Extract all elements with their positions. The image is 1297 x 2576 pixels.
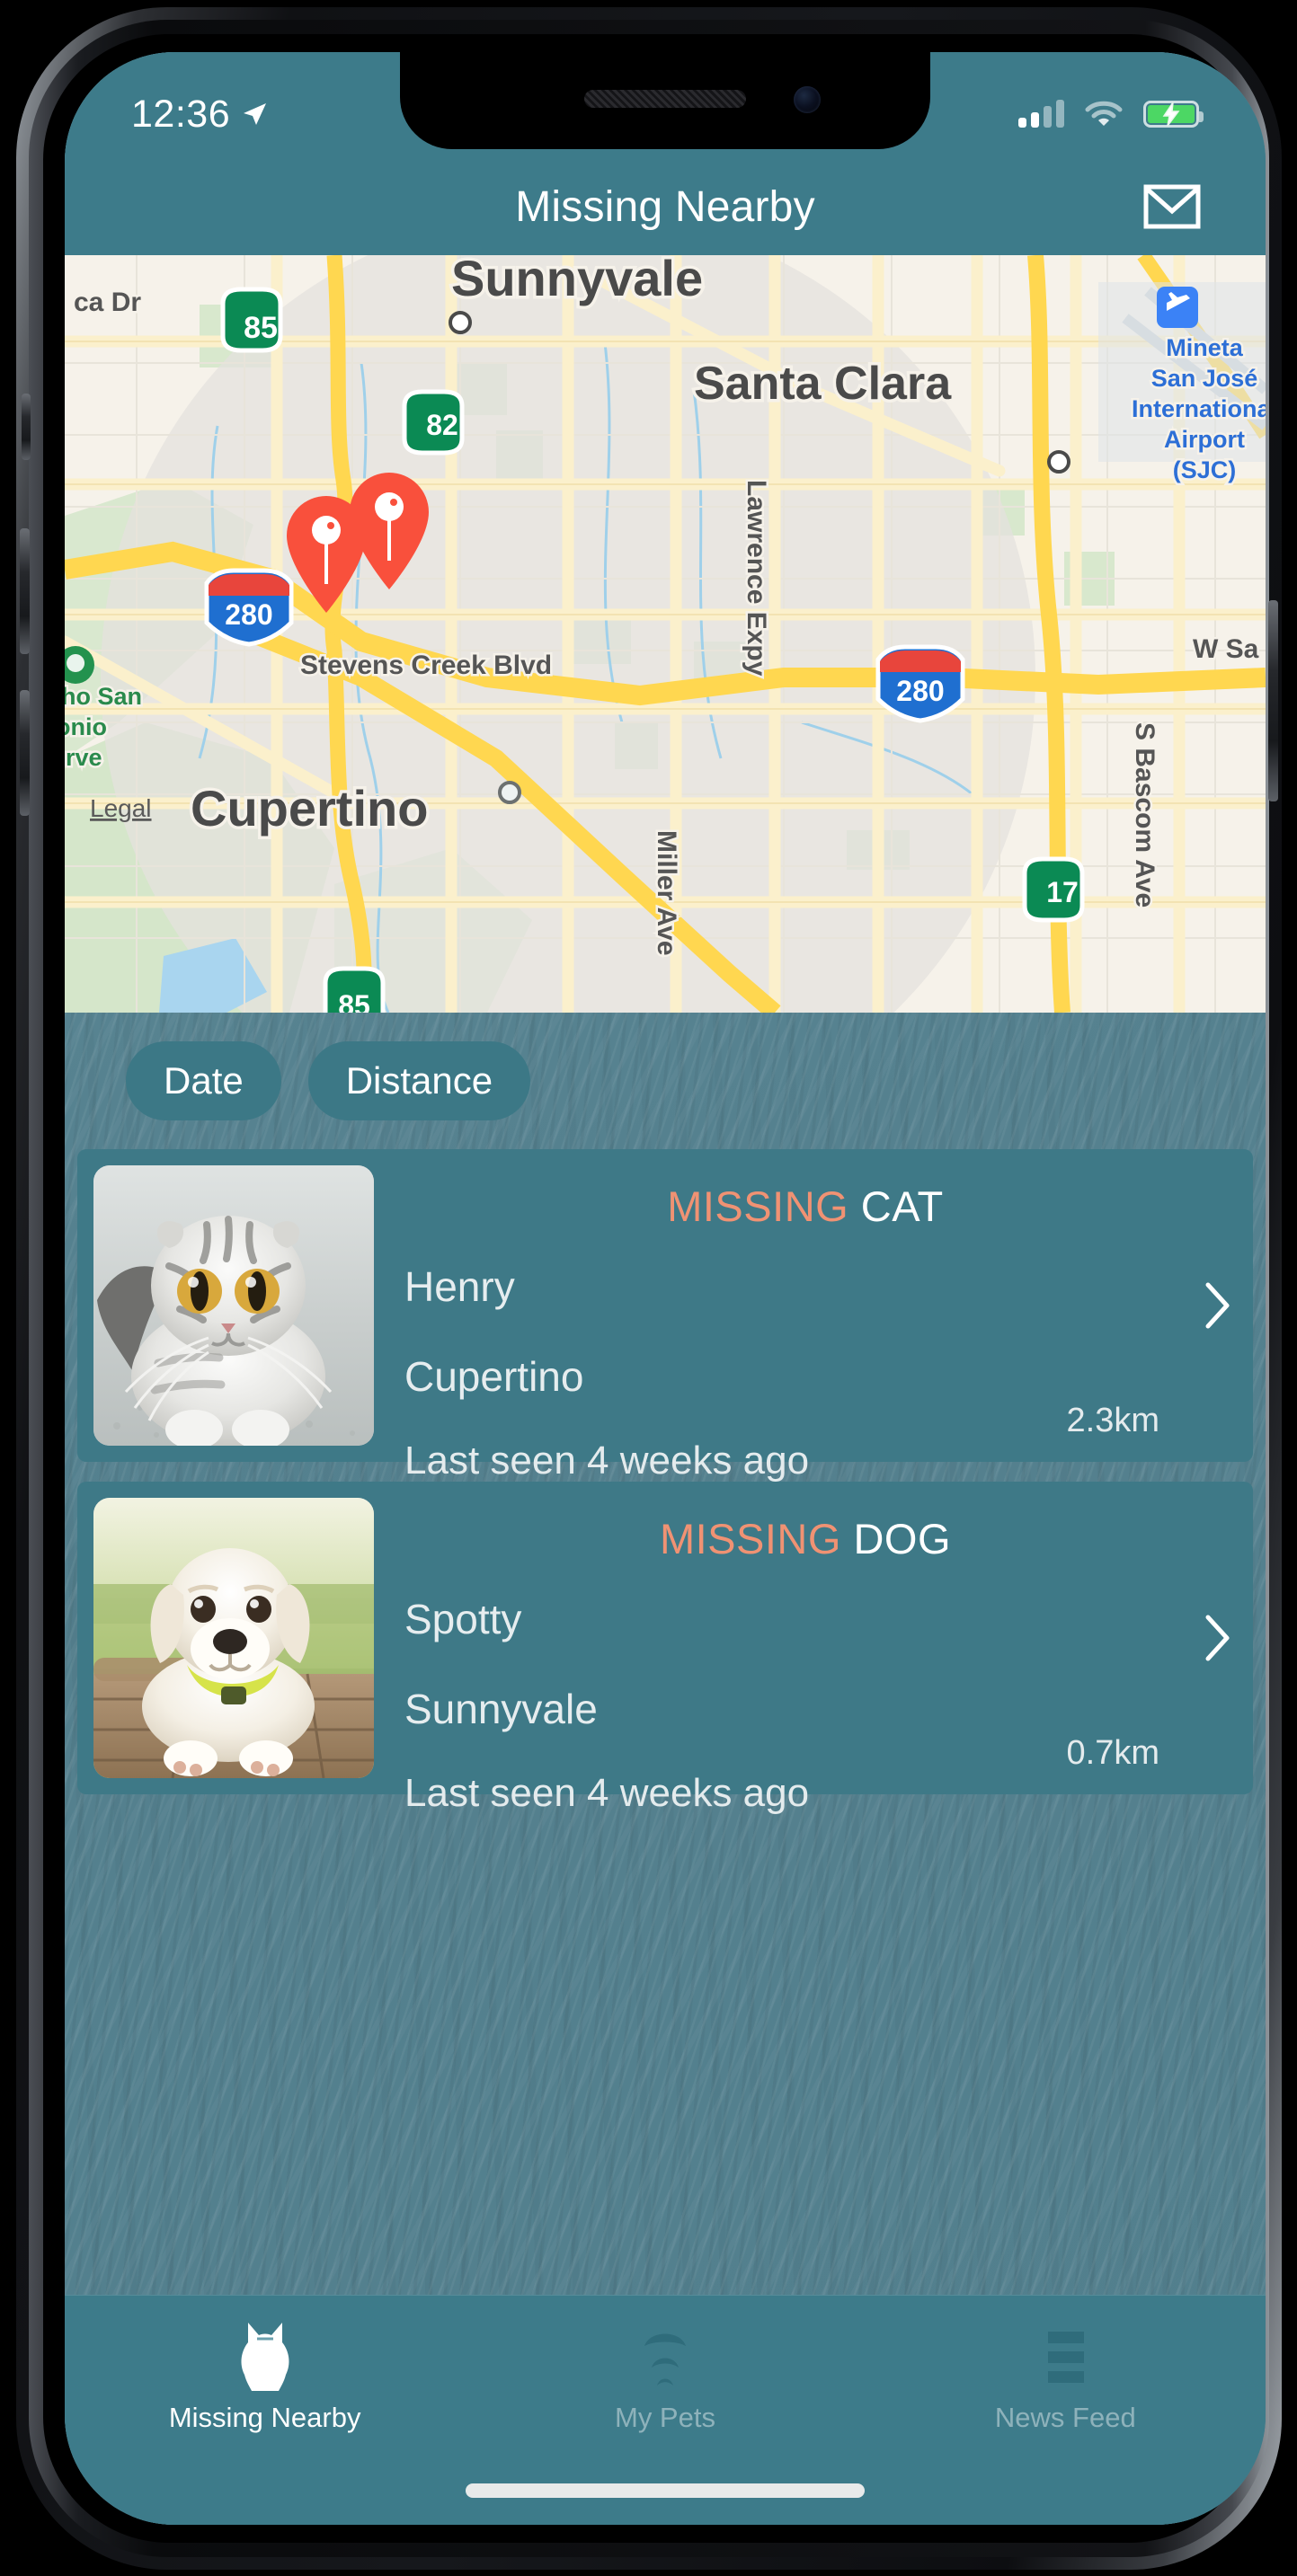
paw-chevrons-icon (626, 2315, 704, 2393)
pet-last-seen: Last seen 4 weeks ago (404, 1771, 810, 1815)
listing-list: MISSING CAT Henry Cupertino Last seen 4 … (65, 1149, 1266, 1815)
svg-text:280: 280 (896, 675, 944, 707)
listing-status-henry: MISSING CAT (667, 1182, 944, 1231)
status-species-label: CAT (860, 1182, 944, 1230)
chevron-right-icon[interactable] (1203, 1613, 1233, 1663)
status-time-group: 12:36 (131, 93, 268, 137)
pet-distance: 0.7km (1066, 1734, 1159, 1772)
tab-label: My Pets (615, 2402, 715, 2433)
tab-label: News Feed (994, 2402, 1136, 2433)
svg-text:Cupertino: Cupertino (191, 780, 428, 837)
svg-text:85: 85 (244, 311, 278, 345)
listing-card-henry[interactable]: MISSING CAT Henry Cupertino Last seen 4 … (77, 1149, 1253, 1483)
earpiece-speaker (584, 90, 746, 108)
listing-body-henry: MISSING CAT Henry Cupertino Last seen 4 … (374, 1165, 1237, 1483)
filter-row: Date Distance (65, 1013, 1266, 1149)
mail-envelope-icon[interactable] (1143, 184, 1201, 229)
svg-text:Sunnyvale: Sunnyvale (451, 255, 703, 306)
map-view[interactable]: Sunnyvale Santa Clara Cupertino Mineta S… (65, 255, 1266, 1013)
svg-text:Santa Clara: Santa Clara (694, 358, 952, 410)
pet-name: Henry (404, 1263, 515, 1310)
pet-name: Spotty (404, 1596, 522, 1642)
svg-text:San José: San José (1151, 365, 1258, 392)
tab-missing-nearby[interactable]: Missing Nearby (65, 2315, 465, 2434)
volume-up-button[interactable] (20, 528, 30, 654)
pet-city: Cupertino (404, 1353, 584, 1400)
tab-news-feed[interactable]: News Feed (866, 2315, 1266, 2434)
tab-label: Missing Nearby (168, 2402, 361, 2433)
cat-photo (93, 1165, 374, 1446)
map-canvas: Sunnyvale Santa Clara Cupertino Mineta S… (65, 255, 1266, 1013)
cellular-signal-icon (1018, 100, 1064, 128)
svg-text:ca Dr: ca Dr (74, 288, 141, 317)
mute-switch[interactable] (22, 394, 31, 460)
status-missing-label: MISSING (659, 1515, 841, 1562)
status-indicators (1018, 100, 1204, 128)
dog-photo (93, 1498, 374, 1778)
power-button[interactable] (1268, 600, 1278, 801)
svg-text:Miller Ave: Miller Ave (652, 830, 681, 956)
front-camera (794, 86, 821, 113)
volume-down-button[interactable] (20, 690, 30, 816)
phone-screen: Sunnyvale Santa Clara Cupertino Mineta S… (65, 52, 1266, 2525)
svg-text:S Bascom Ave: S Bascom Ave (1130, 722, 1159, 907)
svg-text:Lawrence Expy: Lawrence Expy (742, 480, 771, 677)
svg-text:85: 85 (338, 989, 370, 1013)
tab-my-pets[interactable]: My Pets (465, 2315, 865, 2434)
status-missing-label: MISSING (667, 1182, 849, 1230)
svg-text:erve: erve (65, 744, 102, 771)
listing-card-spotty[interactable]: MISSING DOG Spotty Sunnyvale Last seen 4… (77, 1482, 1253, 1815)
filter-chip-date[interactable]: Date (126, 1041, 281, 1120)
svg-text:W Sa: W Sa (1193, 634, 1259, 664)
home-indicator[interactable] (466, 2483, 865, 2498)
svg-text:82: 82 (426, 409, 458, 441)
svg-text:Airport: Airport (1164, 426, 1245, 453)
pet-last-seen: Last seen 4 weeks ago (404, 1438, 810, 1483)
pet-distance: 2.3km (1066, 1402, 1159, 1439)
cat-silhouette-icon (227, 2315, 304, 2393)
listing-status-spotty: MISSING DOG (660, 1514, 951, 1563)
nav-header: Missing Nearby (65, 158, 1266, 255)
svg-text:(SJC): (SJC) (1173, 456, 1237, 483)
svg-text:ho San: ho San (65, 683, 142, 710)
charging-bolt-icon (1162, 102, 1180, 127)
pet-city: Sunnyvale (404, 1686, 598, 1732)
status-time: 12:36 (131, 92, 231, 136)
battery-charging-icon (1143, 101, 1204, 128)
svg-text:Mineta: Mineta (1166, 334, 1243, 361)
svg-text:Stevens Creek Blvd: Stevens Creek Blvd (300, 651, 552, 680)
svg-text:International: International (1132, 395, 1266, 422)
wifi-icon (1085, 101, 1123, 126)
svg-text:17: 17 (1046, 876, 1079, 908)
list-lines-icon (1026, 2315, 1104, 2393)
svg-text:280: 280 (225, 598, 272, 631)
chevron-right-icon[interactable] (1203, 1280, 1233, 1331)
status-species-label: DOG (853, 1515, 952, 1562)
page-title: Missing Nearby (515, 182, 815, 231)
svg-text:onio: onio (65, 713, 107, 740)
map-legal-link: Legal (90, 794, 152, 822)
display-notch (400, 52, 930, 149)
filter-chip-distance[interactable]: Distance (307, 1041, 531, 1120)
phone-frame: Sunnyvale Santa Clara Cupertino Mineta S… (16, 7, 1282, 2570)
location-arrow-icon (244, 103, 267, 125)
listing-body-spotty: MISSING DOG Spotty Sunnyvale Last seen 4… (374, 1498, 1237, 1815)
